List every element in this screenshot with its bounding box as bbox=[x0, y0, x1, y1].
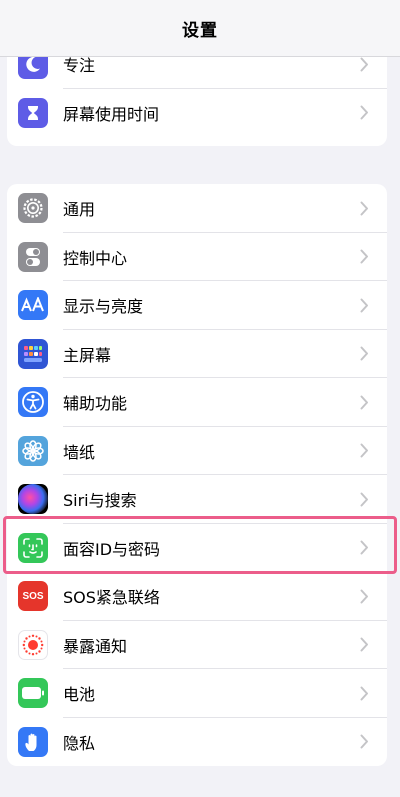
settings-row-label: 通用 bbox=[63, 200, 96, 220]
settings-row-label: 面容ID与密码 bbox=[63, 539, 161, 559]
chevron-right-icon bbox=[357, 393, 371, 411]
toggles-icon bbox=[18, 241, 48, 272]
chevron-right-icon bbox=[357, 733, 371, 751]
flower-icon bbox=[18, 435, 48, 466]
settings-row-label: 暴露通知 bbox=[63, 636, 128, 656]
settings-row-label: Siri与搜索 bbox=[63, 491, 137, 511]
sos-icon: SOS bbox=[18, 581, 48, 612]
hourglass-icon bbox=[18, 97, 48, 128]
settings-row-control-center[interactable]: 控制中心 bbox=[7, 233, 387, 281]
settings-group-general: 通用 控制中心 显示与亮度 主屏幕 辅助功能 墙纸 Siri与搜索 面容ID与密… bbox=[7, 184, 387, 766]
settings-row-display-brightness[interactable]: 显示与亮度 bbox=[7, 281, 387, 330]
settings-row-screen-time[interactable]: 屏幕使用时间 bbox=[7, 89, 387, 138]
settings-row-face-id-passcode[interactable]: 面容ID与密码 bbox=[7, 524, 387, 572]
exposure-notification-icon bbox=[18, 629, 48, 660]
settings-row-general[interactable]: 通用 bbox=[7, 184, 387, 233]
chevron-right-icon bbox=[357, 539, 371, 557]
chevron-right-icon bbox=[357, 296, 371, 314]
chevron-right-icon bbox=[357, 587, 371, 605]
chevron-right-icon bbox=[357, 684, 371, 702]
chevron-right-icon bbox=[357, 104, 371, 122]
settings-row-label: 显示与亮度 bbox=[63, 297, 144, 317]
settings-row-label: 电池 bbox=[63, 685, 96, 705]
chevron-right-icon bbox=[357, 55, 371, 73]
page-title: 设置 bbox=[182, 20, 218, 41]
settings-row-label: 控制中心 bbox=[63, 248, 128, 268]
settings-row-wallpaper[interactable]: 墙纸 bbox=[7, 427, 387, 475]
settings-row-label: SOS紧急联络 bbox=[63, 588, 160, 608]
settings-row-home-screen[interactable]: 主屏幕 bbox=[7, 330, 387, 378]
settings-row-exposure-notifications[interactable]: 暴露通知 bbox=[7, 621, 387, 669]
gear-icon bbox=[18, 193, 48, 224]
settings-row-label: 屏幕使用时间 bbox=[63, 104, 160, 124]
settings-row-privacy[interactable]: 隐私 bbox=[7, 718, 387, 767]
home-screen-grid-icon bbox=[18, 338, 48, 369]
settings-row-label: 辅助功能 bbox=[63, 394, 128, 414]
chevron-right-icon bbox=[357, 199, 371, 217]
hand-icon bbox=[18, 726, 48, 757]
chevron-right-icon bbox=[357, 636, 371, 654]
chevron-right-icon bbox=[357, 345, 371, 363]
settings-row-accessibility[interactable]: 辅助功能 bbox=[7, 378, 387, 427]
settings-row-siri-search[interactable]: Siri与搜索 bbox=[7, 475, 387, 524]
accessibility-icon bbox=[18, 387, 48, 418]
text-size-icon bbox=[18, 290, 48, 321]
sos-icon-text: SOS bbox=[22, 590, 44, 602]
face-id-icon bbox=[18, 532, 48, 563]
settings-row-battery[interactable]: 电池 bbox=[7, 669, 387, 718]
navigation-bar: 设置 bbox=[0, 0, 400, 57]
chevron-right-icon bbox=[357, 490, 371, 508]
chevron-right-icon bbox=[357, 442, 371, 460]
settings-row-label: 隐私 bbox=[63, 733, 96, 753]
siri-icon bbox=[18, 484, 48, 515]
settings-row-label: 主屏幕 bbox=[63, 345, 112, 365]
settings-row-label: 墙纸 bbox=[63, 442, 96, 462]
battery-icon bbox=[18, 678, 48, 709]
chevron-right-icon bbox=[357, 248, 371, 266]
settings-row-emergency-sos[interactable]: SOS SOS紧急联络 bbox=[7, 572, 387, 621]
